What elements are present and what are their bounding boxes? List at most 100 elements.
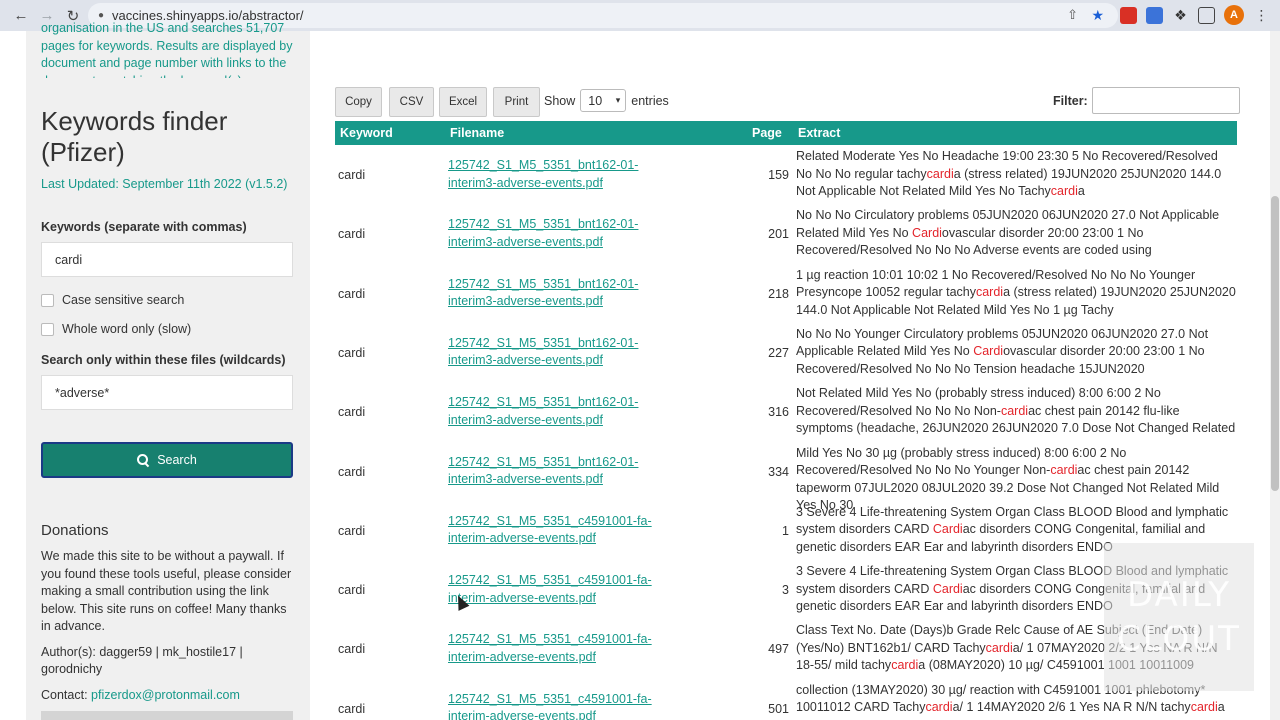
watermark-line2: CLOUT <box>1117 619 1241 659</box>
table-row: cardi 125742_S1_M5_5351_c4591001-fa-inter… <box>335 560 1237 619</box>
entries-label: entries <box>631 93 669 108</box>
donations-heading: Donations <box>41 522 109 539</box>
filename-line: interim-adverse-events.pdf <box>448 649 596 664</box>
filename-line: interim-adverse-events.pdf <box>448 531 596 546</box>
page-scrollbar[interactable] <box>1270 31 1280 720</box>
profile-avatar[interactable]: A <box>1224 5 1244 25</box>
column-header-page[interactable]: Page <box>752 126 782 140</box>
search-icon <box>137 454 149 466</box>
cell-keyword: cardi <box>338 523 366 538</box>
print-button[interactable]: Print <box>493 87 540 117</box>
filename-line: 125742_S1_M5_5351_bnt162-01- <box>448 276 639 291</box>
cell-filename-link[interactable]: 125742_S1_M5_5351_bnt162-01- interim3-adv… <box>448 157 678 192</box>
chevron-down-icon: ▾ <box>615 95 621 105</box>
scrollbar-thumb[interactable] <box>1271 196 1279 491</box>
cell-filename-link[interactable]: 125742_S1_M5_5351_c4591001-fa-interim-ad… <box>448 691 678 720</box>
puzzle-extensions-icon[interactable]: ❖ <box>1172 7 1189 24</box>
extension-icon[interactable] <box>1120 6 1137 24</box>
cell-extract: Related Moderate Yes No Headache 19:00 2… <box>796 148 1236 201</box>
keyword-highlight: Cardi <box>912 225 942 240</box>
last-updated: Last Updated: September 11th 2022 (v1.5.… <box>41 177 288 191</box>
filename-line: interim3-adverse-events.pdf <box>448 412 603 427</box>
back-icon[interactable]: ← <box>8 3 34 29</box>
cell-filename-link[interactable]: 125742_S1_M5_5351_bnt162-01- interim3-adv… <box>448 394 678 429</box>
table-row: cardi 125742_S1_M5_5351_bnt162-01- interim… <box>335 382 1237 441</box>
table-row: cardi 125742_S1_M5_5351_c4591001-fa-inter… <box>335 501 1237 560</box>
cell-filename-link[interactable]: 125742_S1_M5_5351_bnt162-01- interim3-adv… <box>448 216 678 251</box>
filter-area: Filter: <box>1053 87 1240 114</box>
cell-extract: 1 µg reaction 10:01 10:02 1 No Recovered… <box>796 267 1236 320</box>
cell-keyword: cardi <box>338 583 366 598</box>
cell-extract: No No No Younger Circulatory problems 05… <box>796 326 1236 379</box>
column-header-filename[interactable]: Filename <box>450 126 504 140</box>
filename-line: interim3-adverse-events.pdf <box>448 353 603 368</box>
filter-input[interactable] <box>1091 87 1240 114</box>
contact-email-link[interactable]: pfizerdox@protonmail.com <box>91 688 240 702</box>
keyword-highlight: Cardi <box>973 344 1004 359</box>
filename-line: 125742_S1_M5_5351_bnt162-01- <box>448 217 639 232</box>
table-row: cardi 125742_S1_M5_5351_bnt162-01-interim… <box>335 323 1237 382</box>
filename-line: 125742_S1_M5_5351_c4591001-fa- <box>448 513 652 528</box>
filename-line: 125742_S1_M5_5351_bnt162-01- <box>448 158 639 172</box>
page-title: Keywords finder (Pfizer) <box>41 106 228 167</box>
cell-keyword: cardi <box>338 701 366 716</box>
entries-value: 10 <box>588 93 603 108</box>
search-button[interactable]: Search <box>41 442 293 478</box>
keyword-highlight: cardi <box>891 658 919 673</box>
entries-select[interactable]: 10 ▾ <box>580 89 627 112</box>
table-row: cardi 125742_S1_M5_5351_bnt162-01- interim… <box>335 145 1237 204</box>
sidebar-panel-icon[interactable] <box>1198 6 1215 24</box>
cell-page: 201 <box>768 227 789 242</box>
whole-word-label: Whole word only (slow) <box>62 322 192 336</box>
checkbox-box[interactable] <box>41 293 54 307</box>
table-row: cardi 125742_S1_M5_5351_c4591001-fa-inter… <box>335 619 1237 678</box>
csv-button[interactable]: CSV <box>389 87 434 117</box>
keyword-highlight: cardi <box>1000 403 1029 418</box>
checkbox-box[interactable] <box>41 322 54 336</box>
column-header-keyword[interactable]: Keyword <box>340 126 393 140</box>
keyword-highlight: cardi <box>925 700 953 715</box>
keyword-highlight: cardi <box>985 640 1013 655</box>
keywords-input[interactable]: cardi <box>41 242 293 277</box>
case-sensitive-checkbox[interactable]: Case sensitive search <box>41 293 295 307</box>
keyword-highlight: cardi <box>1050 463 1078 477</box>
cell-page: 218 <box>768 286 789 301</box>
table-row: cardi 125742_S1_M5_5351_bnt162-01- interim… <box>335 264 1237 323</box>
donation-image[interactable] <box>41 711 293 720</box>
filename-line: 125742_S1_M5_5351_c4591001-fa- <box>448 691 652 706</box>
bookmark-star-icon[interactable]: ★ <box>1091 7 1104 24</box>
cell-page: 159 <box>768 168 789 182</box>
whole-word-checkbox[interactable]: Whole word only (slow) <box>41 322 295 336</box>
cell-filename-link[interactable]: 125742_S1_M5_5351_bnt162-01- interim3-adv… <box>448 454 678 489</box>
extension-icon[interactable] <box>1146 6 1163 24</box>
search-button-label: Search <box>157 453 197 467</box>
copy-button[interactable]: Copy <box>335 87 382 117</box>
cell-filename-link[interactable]: 125742_S1_M5_5351_bnt162-01- interim3-adv… <box>448 276 678 311</box>
authors-text: Author(s): dagger59 | mk_hostile17 | gor… <box>41 644 243 677</box>
share-icon[interactable]: ⇧ <box>1067 7 1078 23</box>
menu-kebab-icon[interactable]: ⋮ <box>1253 7 1270 24</box>
keyword-highlight: cardi <box>975 285 1004 300</box>
contact-label: Contact: <box>41 687 88 702</box>
cell-filename-link[interactable]: 125742_S1_M5_5351_c4591001-fa-interim-ad… <box>448 631 678 666</box>
cell-filename-link[interactable]: 125742_S1_M5_5351_c4591001-fa-interim-ad… <box>448 572 678 607</box>
files-label: Search only within these files (wildcard… <box>41 353 286 367</box>
files-input[interactable]: *adverse* <box>41 375 293 410</box>
sidebar-panel: organisation in the US and searches 51,7… <box>26 21 310 720</box>
cell-page: 334 <box>768 464 789 479</box>
cell-keyword: cardi <box>338 642 366 657</box>
cell-filename-link[interactable]: 125742_S1_M5_5351_bnt162-01- interim3-adv… <box>448 335 678 370</box>
cell-page: 227 <box>768 345 789 360</box>
watermark-logo: DAILY CLOUT <box>1104 543 1254 691</box>
watermark-line1: DAILY <box>1126 575 1232 615</box>
cell-keyword: cardi <box>338 345 366 360</box>
filename-line: 125742_S1_M5_5351_c4591001-fa- <box>448 573 652 588</box>
cell-page: 1 <box>782 523 789 538</box>
filename-line: 125742_S1_M5_5351_bnt162-01- <box>448 335 639 350</box>
column-header-extract[interactable]: Extract <box>798 126 840 140</box>
keyword-highlight: cardi <box>1190 700 1218 715</box>
keyword-highlight: Cardi <box>932 522 963 537</box>
keyword-highlight: Cardi <box>932 581 963 596</box>
excel-button[interactable]: Excel <box>439 87 487 117</box>
cell-filename-link[interactable]: 125742_S1_M5_5351_c4591001-fa-interim-ad… <box>448 513 678 548</box>
